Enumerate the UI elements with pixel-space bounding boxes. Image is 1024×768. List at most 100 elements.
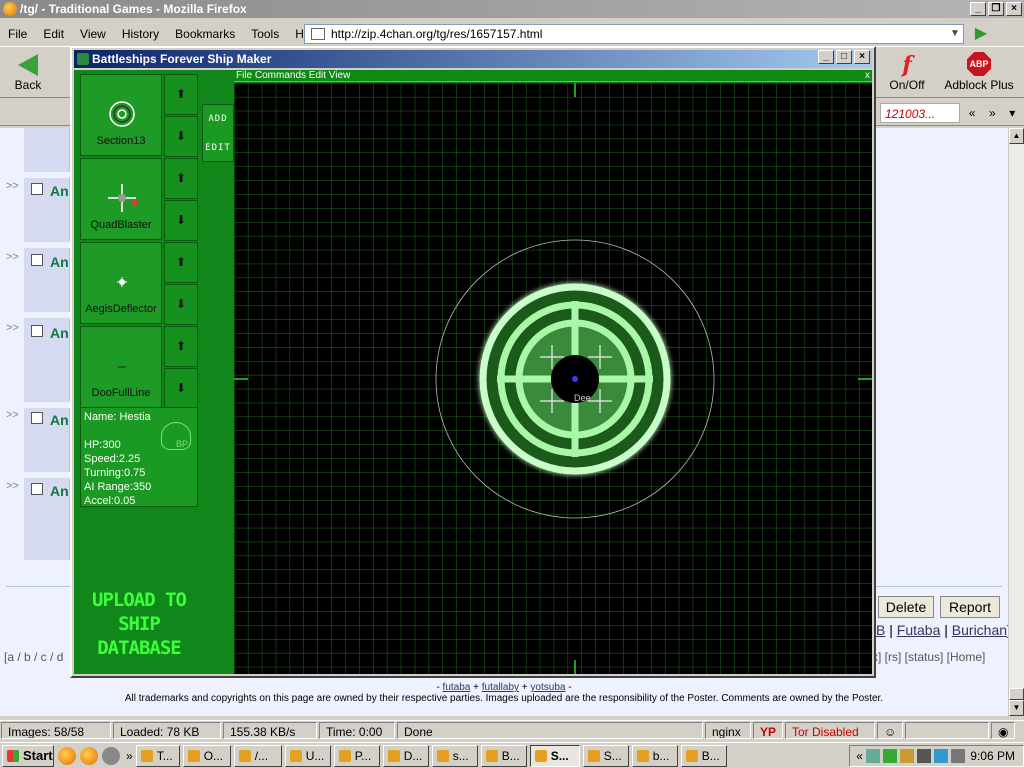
quicklaunch-tool-icon[interactable] [102,746,120,765]
vertical-scrollbar[interactable]: ▲ ▼ [1008,128,1024,716]
flash-onoff-button[interactable]: f On/Off [884,52,930,92]
yp-icon[interactable]: YP [753,722,783,739]
quicklaunch-firefox-icon[interactable] [80,746,98,765]
chevron-right-icon[interactable]: » [989,103,996,123]
add-button[interactable]: ADD [203,105,233,134]
board-nav-right[interactable]: x] [rs] [status] [Home] [872,650,985,664]
post-checkbox[interactable] [31,412,43,424]
back-button[interactable]: Back [6,50,50,94]
go-icon[interactable]: ▶ [968,24,994,44]
slot-down-button[interactable]: ⬇ [164,368,198,409]
task-item[interactable]: S... [582,744,629,767]
task-item-active[interactable]: S... [529,744,580,767]
footer-link-yotsuba[interactable]: yotsuba [530,682,565,693]
tor-status[interactable]: Tor Disabled [785,722,875,739]
menu-tools[interactable]: Tools [243,27,287,41]
slot-down-button[interactable]: ⬇ [164,200,198,241]
tray-icon[interactable] [865,748,880,763]
app-minimize-button[interactable]: _ [818,50,834,64]
style-links: B | Futaba | Burichan] [876,622,1011,638]
slot-up-button[interactable]: ⬆ [164,326,198,367]
tray-icon[interactable] [933,748,948,763]
menu-edit[interactable]: Edit [35,27,72,41]
canvas-menu-items[interactable]: File Commands Edit View [236,70,350,81]
post-checkbox[interactable] [31,254,43,266]
ship-stats-panel: Name: Hestia HP:300 Speed:2.25 Turning:0… [80,407,198,507]
ship-accel: Accel:0.05 [84,495,136,507]
tray-chevron-icon[interactable]: « [856,749,863,763]
chevron-left-icon[interactable]: « [969,103,976,123]
slot-up-button[interactable]: ⬆ [164,242,198,283]
task-item[interactable]: B... [680,744,727,767]
task-item[interactable]: T... [135,744,180,767]
menu-history[interactable]: History [114,27,167,41]
task-item[interactable]: /... [233,744,282,767]
task-item[interactable]: D... [382,744,429,767]
post-name: An [50,483,69,499]
app-close-button[interactable]: × [854,50,870,64]
taskbar: Start » T... O... /... U... P... D... s.… [0,742,1024,768]
ship-design-canvas[interactable]: Dee [234,83,872,674]
ship-maker-window: Battleships Forever Ship Maker _ □ × Sec… [70,46,876,678]
post-checkbox[interactable] [31,483,43,495]
slot-up-button[interactable]: ⬆ [164,158,198,199]
slot-down-button[interactable]: ⬇ [164,284,198,325]
status-images: Images: 58/58 [1,722,111,739]
smiley-icon[interactable]: ☺ [877,722,903,739]
dropdown-icon[interactable]: ▾ [1009,103,1015,123]
bookmark-link[interactable]: 121003... [880,103,960,123]
post-checkbox[interactable] [31,325,43,337]
footer-link-futallaby[interactable]: futallaby [482,682,519,693]
task-item[interactable]: P... [333,744,380,767]
menu-file[interactable]: File [0,27,35,41]
ship-maker-body: Section13 ⬆ ⬇ QuadBlaster ⬆ ⬇ AegisDefle… [74,70,872,674]
scroll-thumb[interactable] [1009,688,1024,700]
restore-button[interactable]: ❐ [988,2,1004,16]
style-link-burichan[interactable]: Burichan [952,622,1007,638]
start-button[interactable]: Start [2,744,54,767]
edit-button[interactable]: EDIT [203,134,233,163]
tray-icon[interactable] [882,748,897,763]
part-slot-doofullline[interactable]: DooFullLine [80,326,162,408]
eye-icon[interactable]: ◉ [991,722,1015,739]
task-item[interactable]: U... [284,744,331,767]
task-item[interactable]: B... [480,744,527,767]
tray-icon[interactable] [899,748,914,763]
bookmark-chevrons: « » ▾ [962,103,1022,123]
slot-up-button[interactable]: ⬆ [164,74,198,115]
ship-canvas-svg[interactable]: Dee [234,83,872,674]
url-bar[interactable]: http://zip.4chan.org/tg/res/1657157.html… [304,24,964,44]
quicklaunch-chevron-icon[interactable]: » [126,749,133,763]
menu-view[interactable]: View [72,27,114,41]
scroll-up-icon[interactable]: ▲ [1009,128,1024,144]
scroll-down-icon[interactable]: ▼ [1009,700,1024,716]
minimize-button[interactable]: _ [970,2,986,16]
post-checkbox[interactable] [31,183,43,195]
report-button[interactable]: Report [940,596,1000,618]
volume-icon[interactable] [950,748,965,763]
part-slot-section13[interactable]: Section13 [80,74,162,156]
footer-link-futaba[interactable]: futaba [443,682,471,693]
part-slot-aegisdeflector[interactable]: AegisDeflector [80,242,162,324]
adblock-button[interactable]: ABP Adblock Plus [944,52,1014,92]
task-item[interactable]: s... [431,744,478,767]
menu-bookmarks[interactable]: Bookmarks [167,27,243,41]
style-link-futaba[interactable]: Futaba [897,622,941,638]
url-dropdown-icon[interactable]: ▼ [947,25,963,43]
app-maximize-button[interactable]: □ [836,50,852,64]
footer-copyright: All trademarks and copyrights on this pa… [124,693,884,704]
url-text[interactable]: http://zip.4chan.org/tg/res/1657157.html [331,27,542,41]
style-link-b[interactable]: B [876,622,885,638]
delete-button[interactable]: Delete [878,596,934,618]
canvas-close-icon[interactable]: x [865,70,870,82]
tray-icon[interactable] [916,748,931,763]
status-server: nginx [705,722,751,739]
slot-down-button[interactable]: ⬇ [164,116,198,157]
task-item[interactable]: b... [631,744,678,767]
part-slot-quadblaster[interactable]: QuadBlaster [80,158,162,240]
upload-to-database-button[interactable]: UPLOAD TO SHIP DATABASE [80,588,198,660]
task-item[interactable]: O... [182,744,231,767]
board-nav-left[interactable]: [a / b / c / d [4,650,63,664]
close-button[interactable]: × [1006,2,1022,16]
quicklaunch-browser-icon[interactable] [58,746,76,765]
